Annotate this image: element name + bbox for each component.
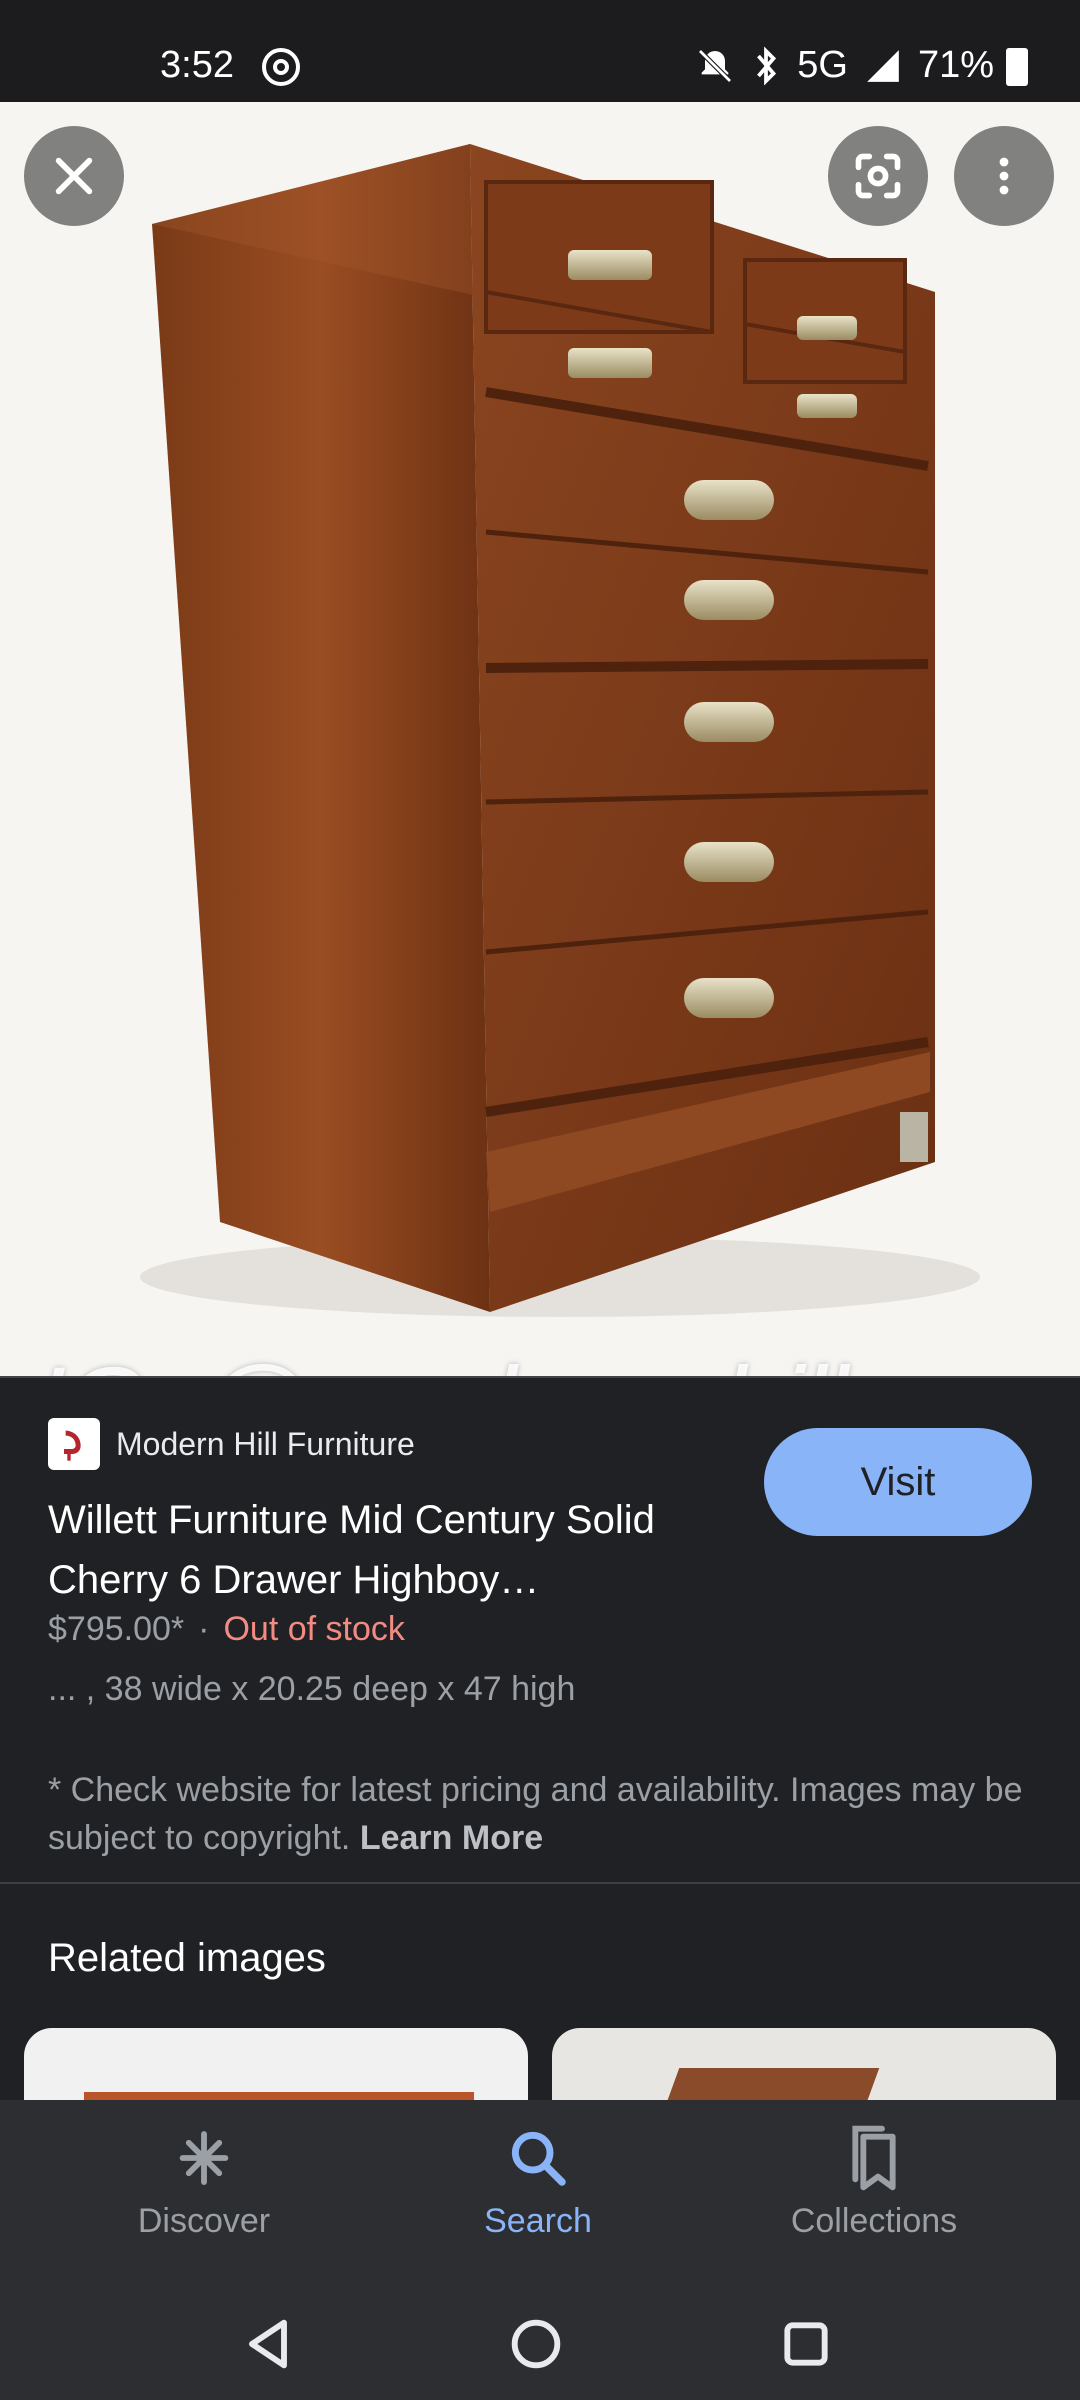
more-options-button[interactable] (954, 126, 1054, 226)
nav-collections[interactable]: Collections (744, 2118, 1004, 2241)
collections-bookmark-icon (852, 2125, 896, 2191)
source-favicon-icon (48, 1418, 100, 1470)
nav-discover[interactable]: Discover (74, 2118, 334, 2241)
status-bar: 3:52 5G 71% (0, 0, 1080, 102)
result-title[interactable]: Willett Furniture Mid Century Solid Cher… (48, 1490, 728, 1610)
back-icon[interactable] (236, 2312, 300, 2376)
bottom-navigation: Discover Search Collections (0, 2100, 1080, 2290)
related-images-heading: Related images (48, 1936, 326, 1980)
notifications-off-icon (698, 48, 733, 83)
learn-more-link[interactable]: Learn More (360, 1819, 543, 1857)
disclaimer: * Check website for latest pricing and a… (48, 1766, 1038, 1862)
search-icon (511, 2131, 566, 2186)
separator: · (198, 1610, 210, 1648)
stock-status: Out of stock (223, 1610, 405, 1648)
nav-search-label: Search (484, 2202, 592, 2240)
nav-discover-label: Discover (137, 2202, 271, 2240)
home-icon[interactable] (504, 2312, 568, 2376)
price-line: $795.00* · Out of stock (48, 1610, 405, 1649)
battery-percent: 71% (917, 44, 994, 86)
price: $795.00* (48, 1610, 185, 1648)
status-indicators: 5G 71% (695, 44, 994, 87)
divider (0, 1882, 1080, 1884)
close-button[interactable] (24, 126, 124, 226)
network-type: 5G (797, 44, 848, 86)
status-time: 3:52 (160, 44, 234, 86)
related-image-thumbnail[interactable] (552, 2028, 1056, 2108)
result-info-panel: Modern Hill Furniture Visit Willett Furn… (0, 1376, 1080, 1886)
dimensions: ... , 38 wide x 20.25 deep x 47 high (48, 1670, 576, 1708)
result-image[interactable]: IG: @modern_hill_ (0, 102, 1080, 1376)
more-vert-icon (999, 157, 1009, 195)
nav-search[interactable]: Search (408, 2118, 668, 2241)
recents-icon[interactable] (774, 2312, 838, 2376)
nav-collections-label: Collections (790, 2202, 958, 2240)
signal-icon (867, 49, 899, 82)
lens-icon (855, 153, 901, 199)
visit-button[interactable]: Visit (764, 1428, 1032, 1536)
system-navigation-bar (0, 2290, 1080, 2400)
image-watermark: IG: @modern_hill_ (36, 1342, 906, 1376)
highboy-dresser-illustration (140, 144, 980, 1317)
discover-asterisk-icon (179, 2131, 229, 2185)
source-name[interactable]: Modern Hill Furniture (116, 1426, 415, 1463)
screen-record-icon (262, 48, 300, 86)
related-image-thumbnail[interactable] (24, 2028, 528, 2108)
lens-search-button[interactable] (828, 126, 928, 226)
close-icon (55, 157, 93, 195)
battery-icon (1006, 48, 1028, 86)
bluetooth-icon (757, 45, 777, 86)
